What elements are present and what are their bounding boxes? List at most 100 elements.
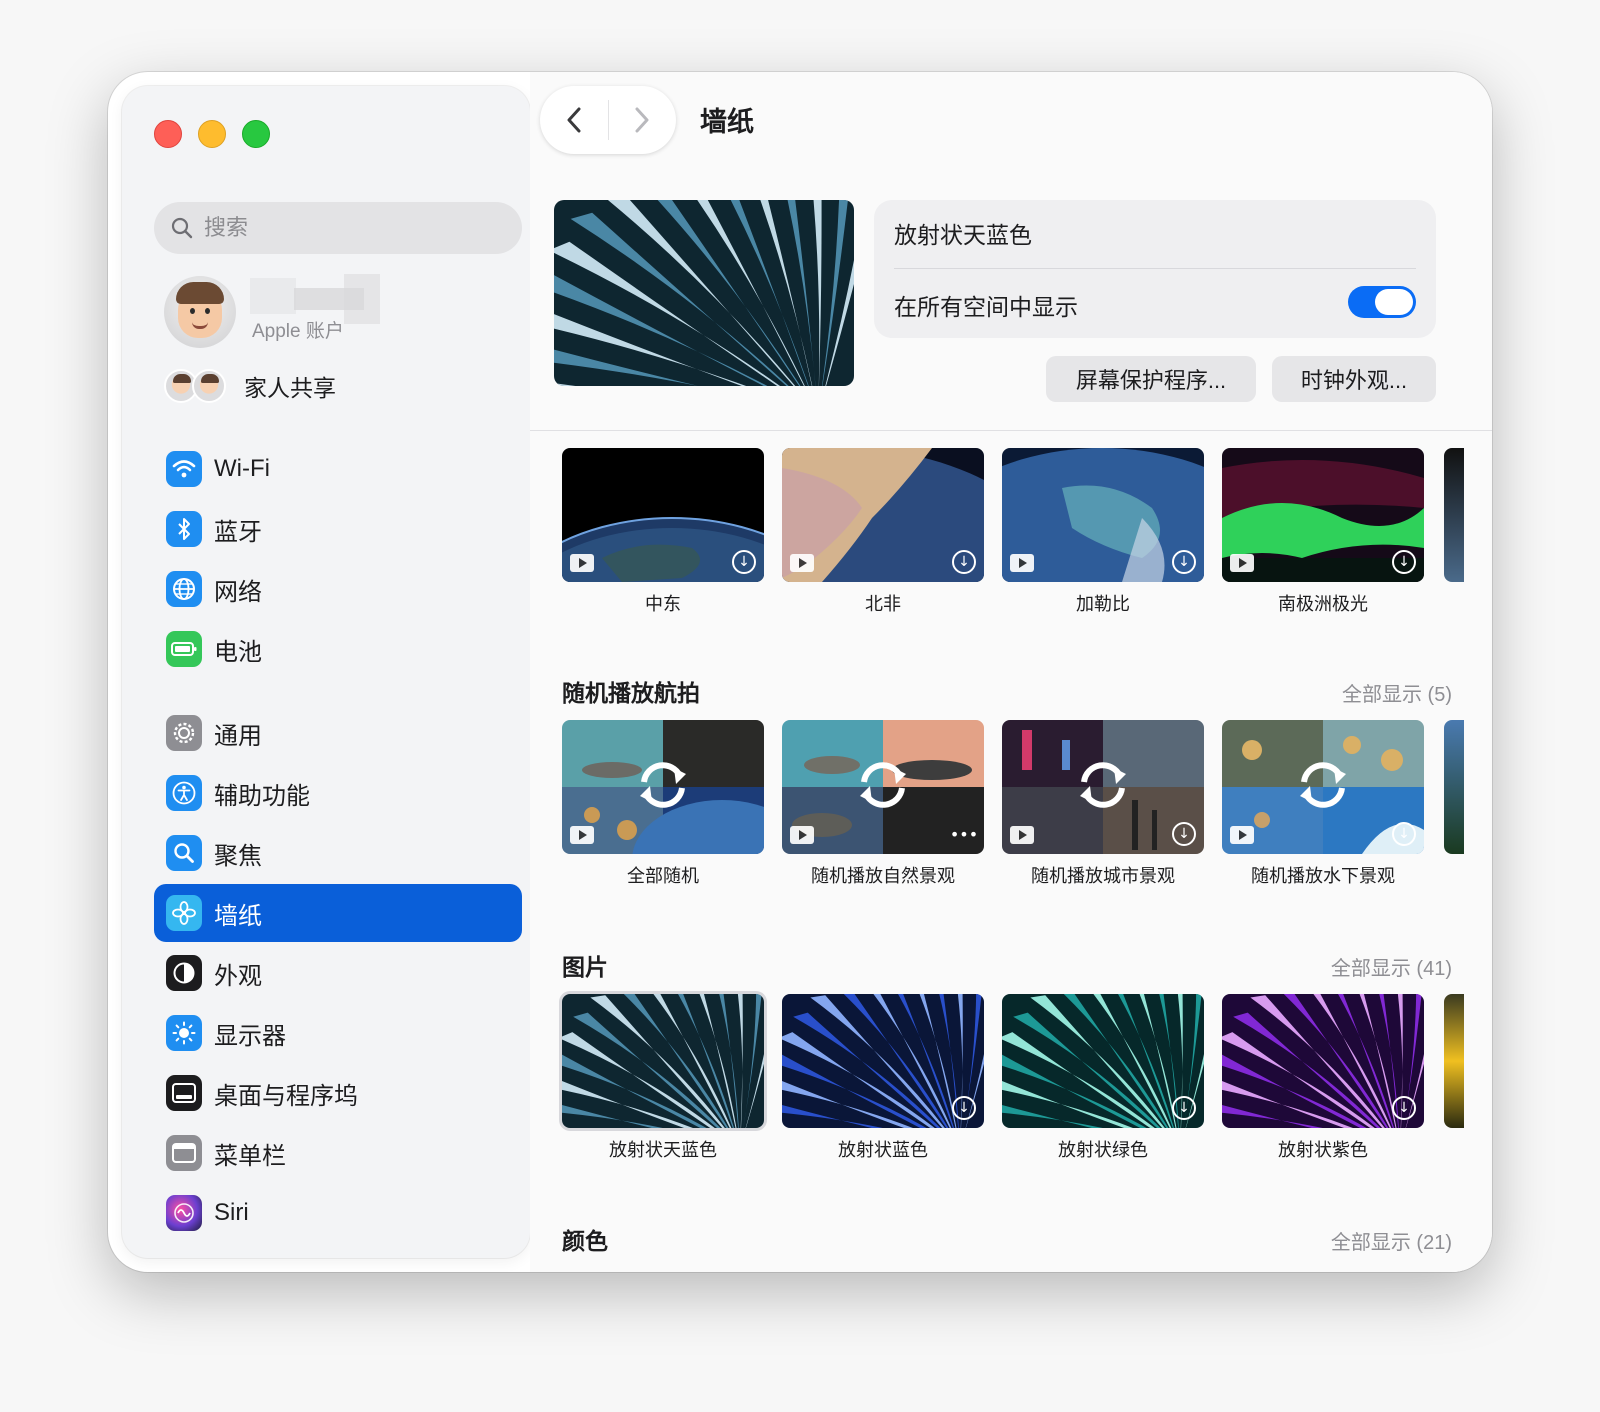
search-icon	[171, 217, 193, 239]
sidebar-item-accessibility[interactable]: 辅助功能	[154, 764, 522, 822]
aerial-thumbnail[interactable]: ↓	[782, 448, 984, 582]
sidebar-item-appearance[interactable]: 外观	[154, 944, 522, 1002]
aerial-thumbnail[interactable]: ↓	[562, 448, 764, 582]
chevron-left-icon	[567, 107, 581, 133]
wallpaper-icon	[166, 895, 202, 931]
picture-label: 放射状蓝色	[838, 1140, 928, 1160]
picture-thumbnail[interactable]: ↓	[1002, 994, 1204, 1128]
siri-icon	[166, 1195, 202, 1231]
aerial-label: 加勒比	[1076, 594, 1130, 614]
sidebar-item-label: 桌面与程序坞	[214, 1082, 358, 1110]
video-icon	[790, 554, 814, 572]
wifi-icon	[166, 451, 202, 487]
wallpaper-name: 放射状天蓝色	[894, 222, 1032, 248]
apple-account[interactable]: Apple 账户	[164, 274, 524, 354]
aerial-thumbnail[interactable]: ↓	[1222, 448, 1424, 582]
download-icon[interactable]: ↓	[1392, 1096, 1416, 1120]
sidebar-item-label: 显示器	[214, 1022, 286, 1050]
accessibility-icon	[166, 775, 202, 811]
download-icon[interactable]: ↓	[952, 550, 976, 574]
shuffle-label: 随机播放水下景观	[1251, 866, 1395, 886]
family-avatar	[192, 369, 226, 403]
sidebar-item-battery[interactable]: 电池	[154, 620, 522, 678]
gear-icon	[166, 715, 202, 751]
sidebar-item-label: Siri	[214, 1199, 249, 1226]
sidebar-item-siri[interactable]: Siri	[154, 1184, 522, 1242]
aerial-label: 南极洲极光	[1278, 594, 1368, 614]
search-input[interactable]	[204, 215, 504, 241]
sidebar-item-general[interactable]: 通用	[154, 704, 522, 762]
sidebar-item-spotlight[interactable]: 聚焦	[154, 824, 522, 882]
show-on-all-spaces-label: 在所有空间中显示	[894, 294, 1078, 320]
shuffle-label: 全部随机	[627, 866, 699, 886]
download-icon[interactable]: ↓	[1172, 550, 1196, 574]
family-sharing[interactable]: 家人共享	[164, 364, 524, 408]
more-options-icon[interactable]: •••	[950, 822, 978, 846]
minimize-window-button[interactable]	[198, 120, 226, 148]
download-icon[interactable]: ↓	[1172, 1096, 1196, 1120]
video-icon	[790, 826, 814, 844]
family-sharing-label: 家人共享	[244, 375, 336, 401]
zoom-window-button[interactable]	[242, 120, 270, 148]
video-icon	[1010, 826, 1034, 844]
video-icon	[1230, 554, 1254, 572]
back-button[interactable]	[540, 86, 608, 154]
download-icon[interactable]: ↓	[732, 550, 756, 574]
sidebar-item-menubar[interactable]: 菜单栏	[154, 1124, 522, 1182]
shuffle-icon	[1300, 762, 1346, 808]
sidebar: Apple 账户 家人共享 Wi-Fi 蓝牙 网络	[122, 86, 530, 1258]
shuffle-label: 随机播放自然景观	[811, 866, 955, 886]
account-subtitle: Apple 账户	[252, 321, 344, 342]
shuffle-thumbnail[interactable]	[562, 720, 764, 854]
search-field[interactable]	[154, 202, 522, 254]
settings-window: Apple 账户 家人共享 Wi-Fi 蓝牙 网络	[108, 72, 1492, 1272]
show-on-all-spaces-toggle[interactable]	[1348, 286, 1416, 318]
current-wallpaper-preview	[554, 200, 854, 386]
download-icon[interactable]: ↓	[1392, 550, 1416, 574]
wallpaper-info-panel: 放射状天蓝色 在所有空间中显示	[874, 200, 1436, 338]
download-icon[interactable]: ↓	[1392, 822, 1416, 846]
download-icon[interactable]: ↓	[1172, 822, 1196, 846]
sidebar-item-network[interactable]: 网络	[154, 560, 522, 618]
show-all-link[interactable]: 全部显示 (21)	[1331, 1226, 1452, 1255]
show-all-link[interactable]: 全部显示 (5)	[1342, 678, 1452, 707]
sidebar-item-label: Wi-Fi	[214, 455, 270, 482]
avatar	[164, 276, 236, 348]
spotlight-icon	[166, 835, 202, 871]
picture-label: 放射状紫色	[1278, 1140, 1368, 1160]
download-icon[interactable]: ↓	[952, 1096, 976, 1120]
show-all-link[interactable]: 全部显示 (41)	[1331, 952, 1452, 981]
sidebar-item-displays[interactable]: 显示器	[154, 1004, 522, 1062]
sidebar-item-label: 外观	[214, 962, 262, 990]
close-window-button[interactable]	[154, 120, 182, 148]
main-content: 墙纸 放射状天蓝色 在所有空间中显示 屏幕保护程序... 时钟外观... ↓ 中…	[530, 72, 1492, 1272]
sidebar-item-label: 通用	[214, 722, 262, 750]
sidebar-item-wifi[interactable]: Wi-Fi	[154, 440, 522, 498]
picture-thumbnail-selected[interactable]	[562, 994, 764, 1128]
aerial-thumbnail[interactable]: ↓	[1002, 448, 1204, 582]
more-thumbnail-peek	[1444, 994, 1464, 1128]
page-title: 墙纸	[700, 107, 754, 137]
sidebar-item-bluetooth[interactable]: 蓝牙	[154, 500, 522, 558]
dock-icon	[166, 1075, 202, 1111]
sidebar-item-desktop-dock[interactable]: 桌面与程序坞	[154, 1064, 522, 1122]
redacted-name	[250, 278, 296, 314]
picture-thumbnail[interactable]: ↓	[782, 994, 984, 1128]
shuffle-thumbnail[interactable]: •••	[782, 720, 984, 854]
shuffle-label: 随机播放城市景观	[1031, 866, 1175, 886]
video-icon	[570, 554, 594, 572]
aerial-label: 中东	[645, 594, 681, 614]
shuffle-thumbnail[interactable]: ↓	[1222, 720, 1424, 854]
shuffle-icon	[1080, 762, 1126, 808]
sidebar-item-label: 电池	[214, 638, 262, 666]
screensaver-button[interactable]: 屏幕保护程序...	[1046, 356, 1256, 402]
forward-button[interactable]	[609, 86, 677, 154]
shuffle-icon	[860, 762, 906, 808]
clock-appearance-button[interactable]: 时钟外观...	[1272, 356, 1436, 402]
section-title: 颜色	[562, 1228, 608, 1254]
sidebar-item-wallpaper[interactable]: 墙纸	[154, 884, 522, 942]
radial-sky-blue-image	[554, 200, 854, 386]
shuffle-thumbnail[interactable]: ↓	[1002, 720, 1204, 854]
video-icon	[570, 826, 594, 844]
picture-thumbnail[interactable]: ↓	[1222, 994, 1424, 1128]
